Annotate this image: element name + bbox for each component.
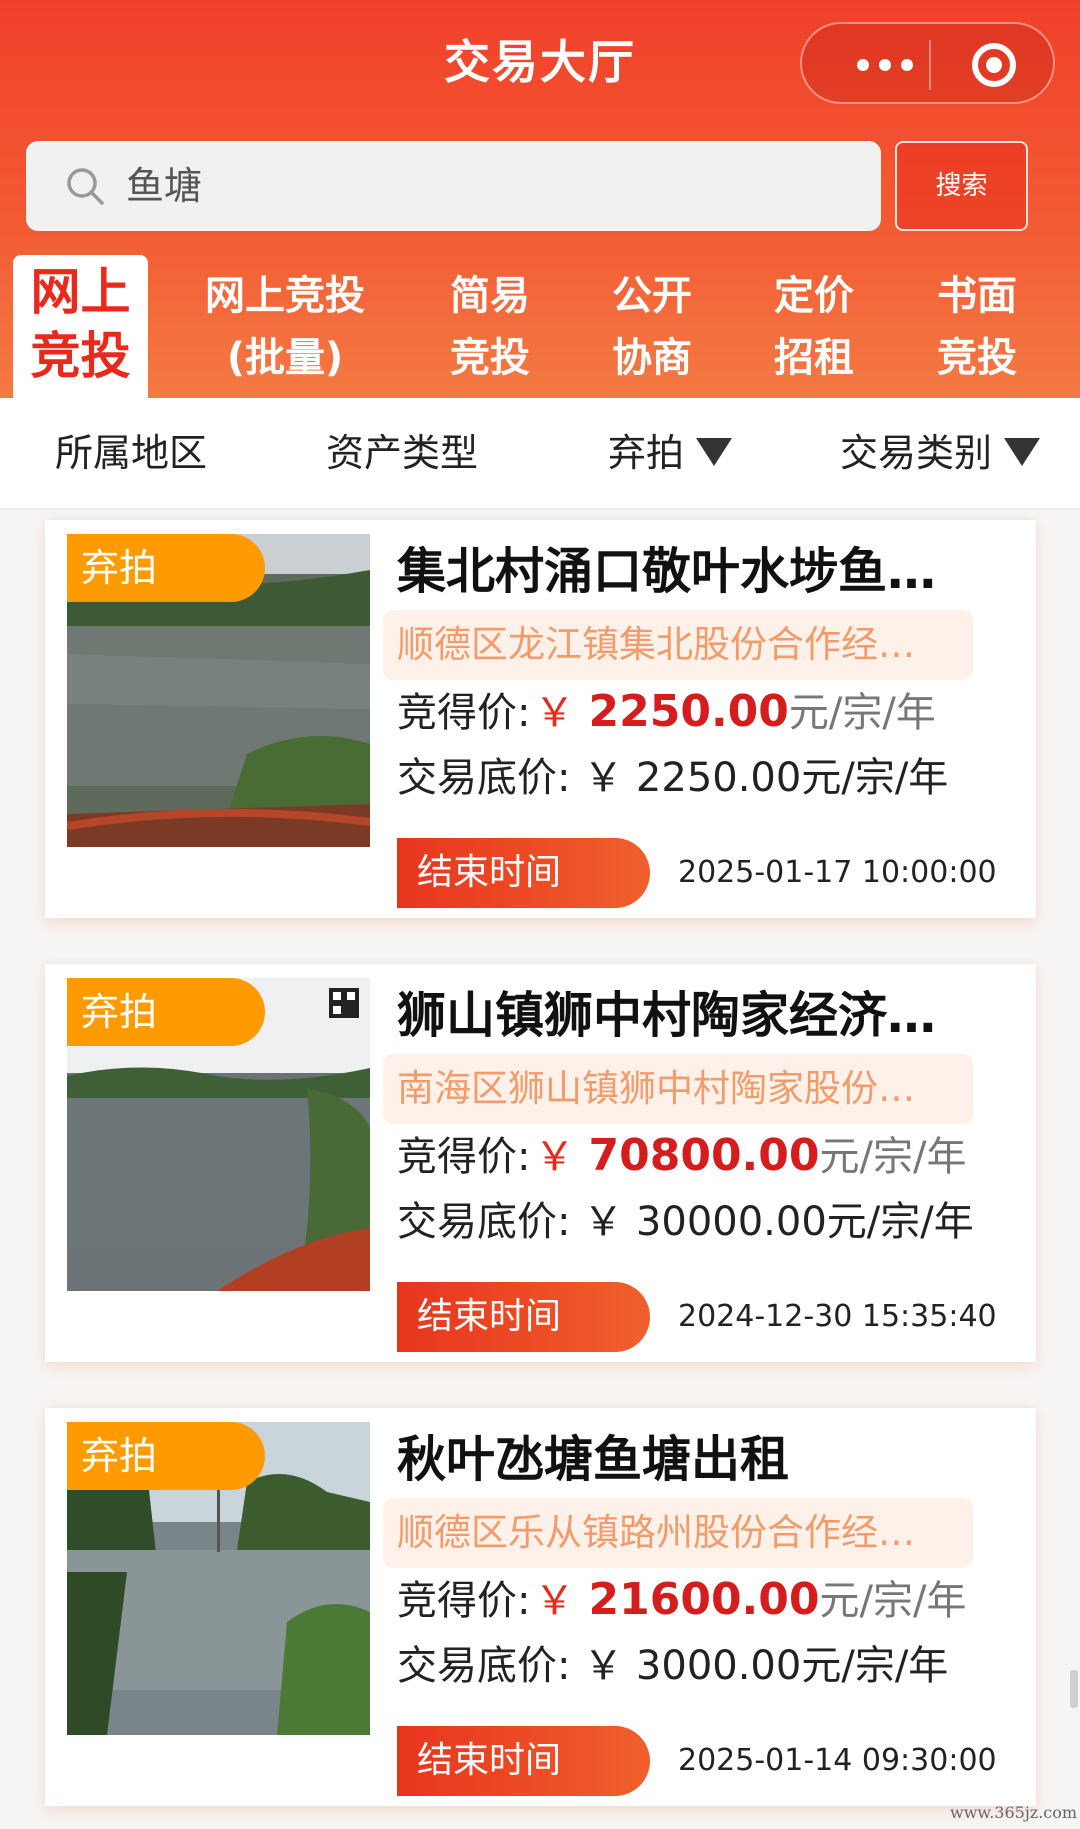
trade-type-tabs: 网上 竞投 网上竞投 (批量) 简易 竞投 公开 协商 定价 招租 书面 竞投 (0, 255, 1080, 398)
listing-title: 集北村涌口敬叶水埗鱼… (397, 543, 937, 600)
winning-price-row: 竞得价: ￥ 70800.00元/宗/年 (397, 1126, 966, 1187)
search-box[interactable] (26, 141, 881, 231)
tab-label-line2: (批量) (226, 335, 344, 381)
price-unit: 元/宗/年 (801, 1643, 949, 1689)
dropdown-triangle-icon (696, 437, 733, 466)
currency-symbol: ￥ (583, 1199, 624, 1245)
end-time-button[interactable]: 结束时间 (397, 838, 650, 908)
tab-label-line1: 网上 (30, 263, 131, 321)
filter-label: 弃拍 (608, 431, 685, 475)
tab-online-bidding-batch[interactable]: 网上竞投 (批量) (190, 255, 380, 398)
base-price-label: 交易底价: (397, 755, 571, 801)
base-price-value: 3000.00 (635, 1643, 802, 1689)
base-price-row: 交易底价: ￥ 30000.00元/宗/年 (397, 1192, 974, 1252)
end-time-button[interactable]: 结束时间 (397, 1726, 650, 1796)
winning-price-label: 竞得价: (397, 1134, 531, 1180)
filter-label: 交易类别 (840, 431, 993, 475)
currency-symbol: ￥ (534, 1134, 575, 1180)
watermark: www.365jz.com (950, 1803, 1078, 1822)
listing-photo: 弃拍 (67, 1422, 370, 1735)
currency-symbol: ￥ (534, 1578, 575, 1624)
currency-symbol: ￥ (583, 1643, 624, 1689)
target-circle-icon[interactable] (972, 43, 1016, 87)
price-unit: 元/宗/年 (819, 1578, 967, 1624)
tab-label-line2: 协商 (612, 335, 692, 381)
tab-label-line1: 公开 (612, 273, 692, 319)
status-badge: 弃拍 (67, 978, 265, 1046)
listing-card[interactable]: 弃拍 狮山镇狮中村陶家经济… 南海区狮山镇狮中村陶家股份… 竞得价: ￥ 70800… (45, 964, 1036, 1362)
filter-label: 资产类型 (326, 431, 479, 475)
miniprogram-capsule (800, 22, 1055, 104)
more-dots-icon[interactable] (840, 48, 930, 82)
listing-photo: 弃拍 (67, 978, 370, 1291)
tab-label-line2: 竞投 (30, 327, 131, 385)
end-time-value: 2025-01-14 09:30:00 (678, 1743, 997, 1778)
tab-label-line1: 书面 (937, 273, 1017, 319)
base-price-label: 交易底价: (397, 1643, 571, 1689)
tab-label-line1: 简易 (450, 273, 530, 319)
listing-photo: 弃拍 (67, 534, 370, 847)
listing-card[interactable]: 弃拍 集北村涌口敬叶水埗鱼… 顺德区龙江镇集北股份合作经… 竞得价: ￥ 2250.… (45, 520, 1036, 918)
listing-organization: 南海区狮山镇狮中村陶家股份… (383, 1054, 973, 1124)
winning-price-label: 竞得价: (397, 1578, 531, 1624)
winning-price-value: 21600.00 (588, 1574, 820, 1625)
end-time-value: 2024-12-30 15:35:40 (678, 1299, 997, 1334)
winning-price-row: 竞得价: ￥ 21600.00元/宗/年 (397, 1570, 966, 1631)
status-badge: 弃拍 (67, 1422, 265, 1490)
tab-label-line2: 竞投 (937, 335, 1017, 381)
price-unit: 元/宗/年 (819, 1134, 967, 1180)
price-unit: 元/宗/年 (801, 755, 949, 801)
tab-fixed-price-lease[interactable]: 定价 招租 (764, 255, 864, 398)
tab-label-line1: 定价 (774, 273, 854, 319)
tab-label-line2: 招租 (774, 335, 854, 381)
listing-title: 秋叶氹塘鱼塘出租 (397, 1431, 790, 1488)
base-price-value: 2250.00 (635, 755, 802, 801)
currency-symbol: ￥ (583, 755, 624, 801)
winning-price-value: 70800.00 (588, 1130, 820, 1181)
listing-organization: 顺德区龙江镇集北股份合作经… (383, 610, 973, 680)
capsule-divider (929, 40, 931, 90)
tab-online-bidding[interactable]: 网上 竞投 (13, 255, 148, 398)
base-price-row: 交易底价: ￥ 3000.00元/宗/年 (397, 1636, 948, 1696)
end-time-button[interactable]: 结束时间 (397, 1282, 650, 1352)
filter-asset-type[interactable]: 资产类型 (326, 398, 478, 508)
winning-price-value: 2250.00 (588, 686, 789, 737)
filter-region[interactable]: 所属地区 (55, 398, 207, 508)
filter-label: 所属地区 (55, 431, 208, 475)
tab-label-line2: 竞投 (450, 335, 530, 381)
search-button[interactable]: 搜索 (895, 141, 1028, 231)
tab-written-bidding[interactable]: 书面 竞投 (927, 255, 1027, 398)
listing-title: 狮山镇狮中村陶家经济… (397, 987, 937, 1044)
filter-trade-category[interactable]: 交易类别 (840, 398, 1041, 508)
tab-open-negotiation[interactable]: 公开 协商 (602, 255, 702, 398)
price-unit: 元/宗/年 (826, 1199, 974, 1245)
filter-status[interactable]: 弃拍 (608, 398, 733, 508)
base-price-row: 交易底价: ￥ 2250.00元/宗/年 (397, 748, 948, 808)
end-time-value: 2025-01-17 10:00:00 (678, 855, 997, 890)
winning-price-label: 竞得价: (397, 690, 531, 736)
base-price-label: 交易底价: (397, 1199, 571, 1245)
tab-label-line1: 网上竞投 (205, 273, 365, 319)
search-icon (67, 168, 104, 205)
base-price-value: 30000.00 (635, 1199, 827, 1245)
header-area: 交易大厅 搜索 网上 竞投 网上竞投 (批量) 简易 竞投 公开 协商 定价 (0, 0, 1080, 398)
scrollbar-thumb[interactable] (1070, 1670, 1078, 1708)
currency-symbol: ￥ (534, 690, 575, 736)
dropdown-triangle-icon (1004, 437, 1041, 466)
tab-simple-bidding[interactable]: 简易 竞投 (440, 255, 540, 398)
listing-organization: 顺德区乐从镇路州股份合作经… (383, 1498, 973, 1568)
search-input[interactable] (126, 141, 846, 231)
filter-bar: 所属地区 资产类型 弃拍 交易类别 (0, 398, 1080, 510)
listing-card[interactable]: 弃拍 秋叶氹塘鱼塘出租 顺德区乐从镇路州股份合作经… 竞得价: ￥ 21600.00… (45, 1408, 1036, 1806)
status-badge: 弃拍 (67, 534, 265, 602)
winning-price-row: 竞得价: ￥ 2250.00元/宗/年 (397, 682, 936, 743)
price-unit: 元/宗/年 (788, 690, 936, 736)
